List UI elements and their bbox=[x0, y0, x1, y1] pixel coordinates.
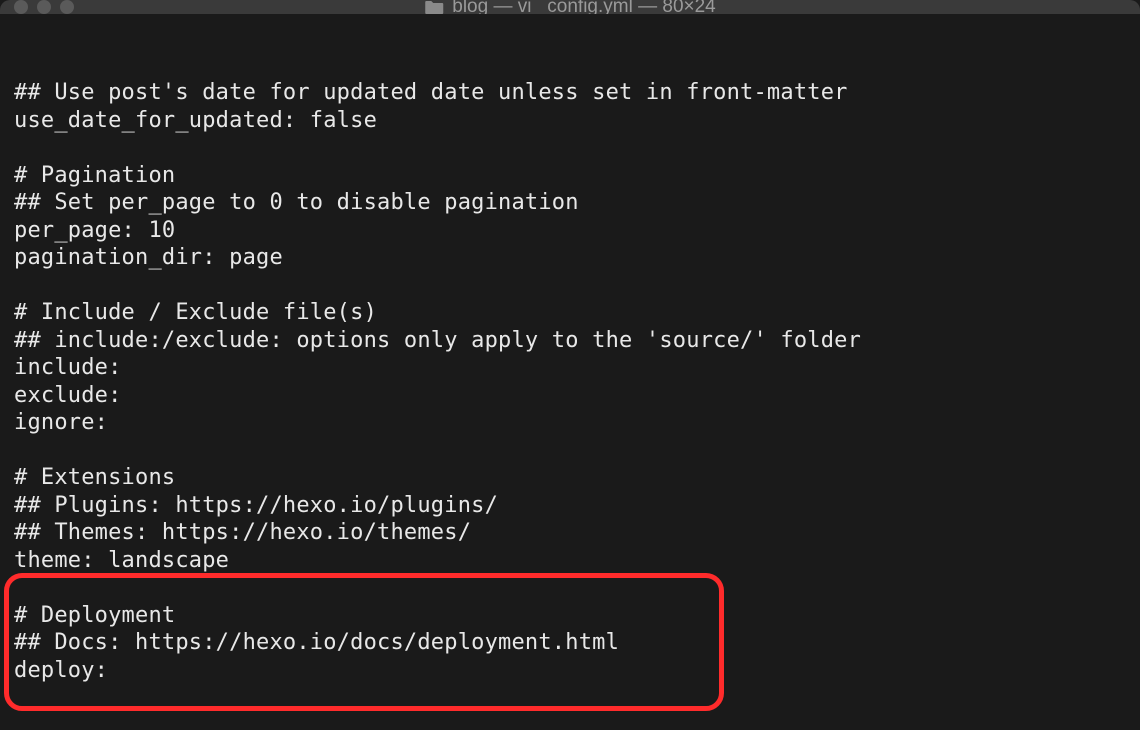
titlebar[interactable]: blog — vi _config.yml — 80×24 bbox=[0, 0, 1140, 14]
zoom-button[interactable] bbox=[60, 0, 74, 14]
traffic-lights bbox=[14, 0, 74, 14]
terminal-window: blog — vi _config.yml — 80×24 ## Use pos… bbox=[0, 0, 1140, 730]
terminal-body[interactable]: ## Use post's date for updated date unle… bbox=[0, 14, 1140, 730]
minimize-button[interactable] bbox=[37, 0, 51, 14]
terminal-lines: ## Use post's date for updated date unle… bbox=[14, 79, 1126, 684]
close-button[interactable] bbox=[14, 0, 28, 14]
folder-icon bbox=[424, 0, 444, 15]
